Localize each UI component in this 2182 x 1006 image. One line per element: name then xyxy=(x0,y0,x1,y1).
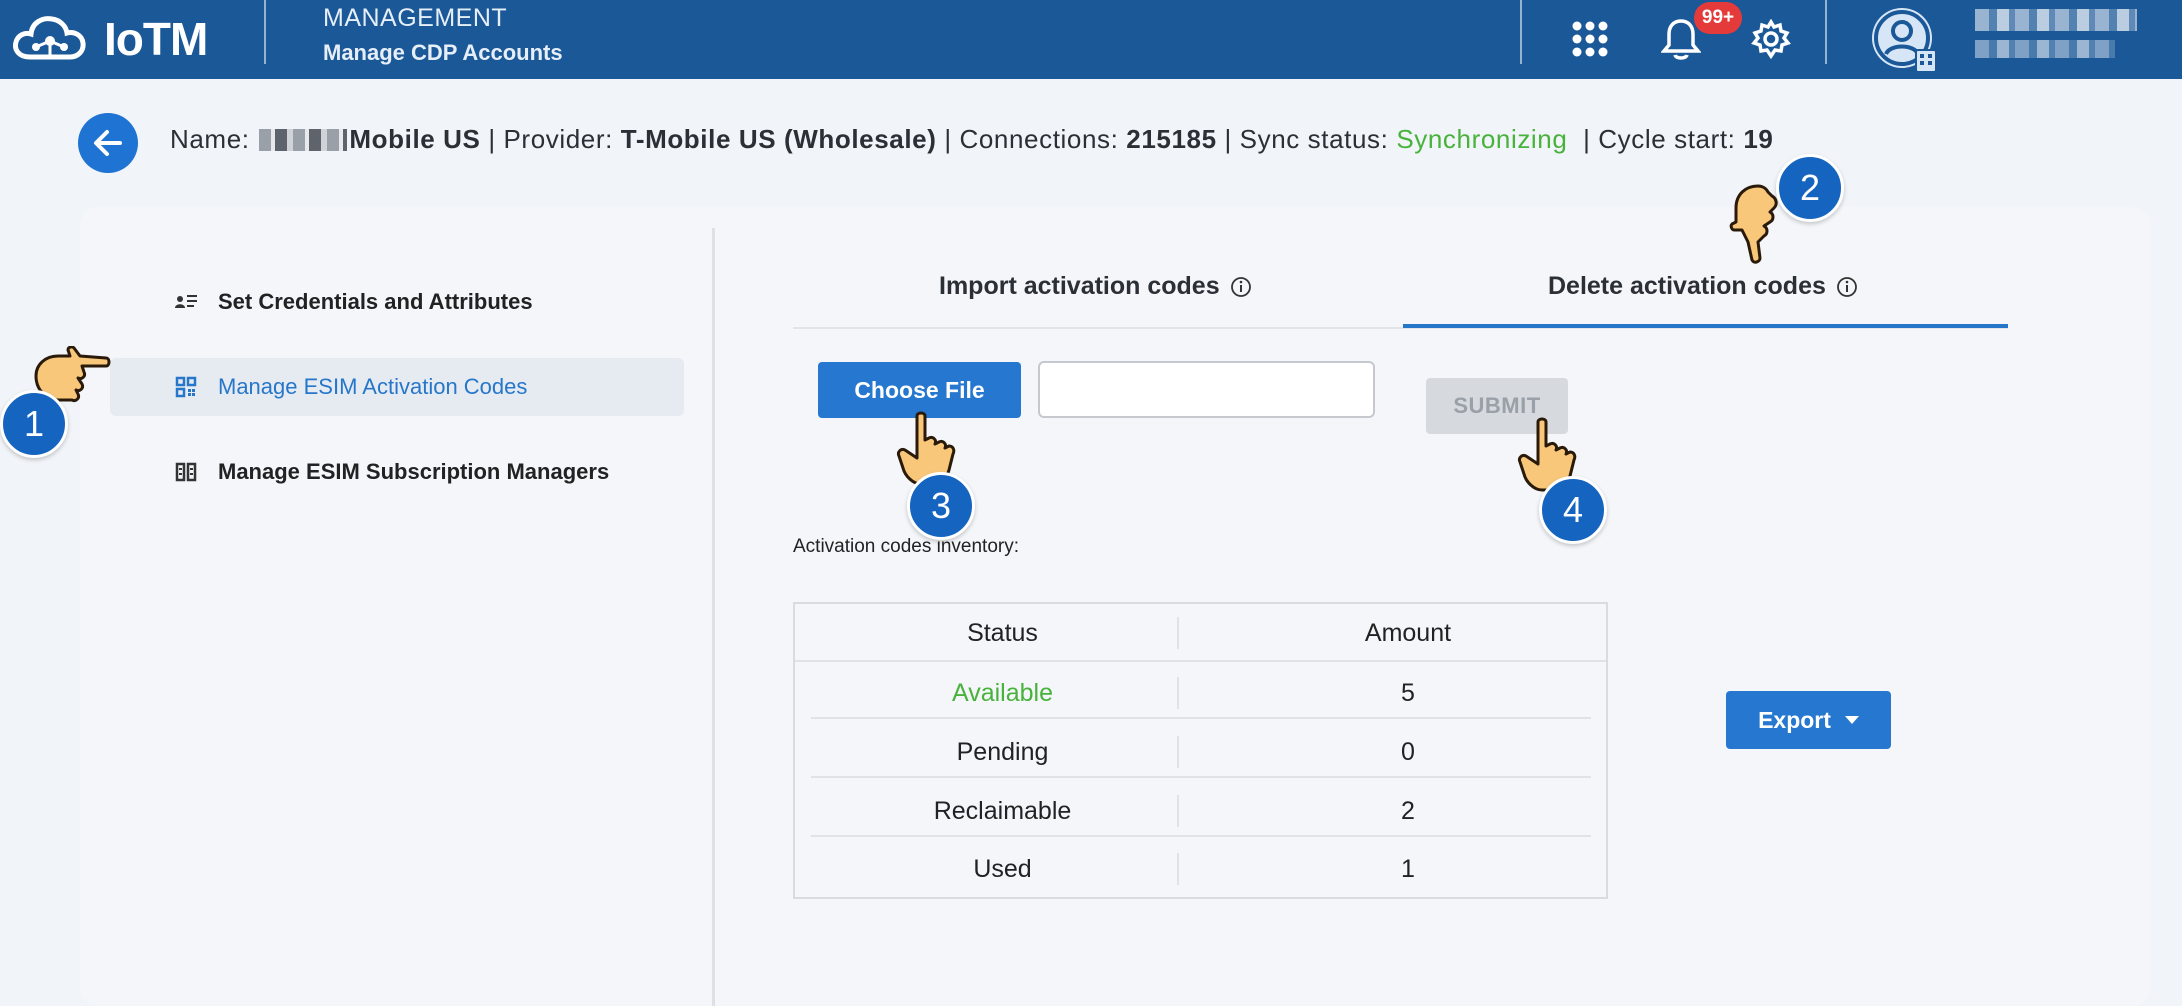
settings-button[interactable] xyxy=(1744,12,1798,66)
gear-icon xyxy=(1751,19,1791,59)
sidebar-item-label: Manage ESIM Subscription Managers xyxy=(218,459,610,484)
file-name-field[interactable] xyxy=(1038,361,1375,418)
cycle-label: | Cycle start: xyxy=(1583,124,1736,154)
panel-divider xyxy=(712,228,715,1006)
page-subtitle: Manage CDP Accounts xyxy=(323,40,563,65)
cell-divider xyxy=(1177,795,1179,827)
cell-divider xyxy=(1177,736,1179,768)
row-divider xyxy=(811,835,1591,837)
connections-value: 215185 xyxy=(1126,124,1217,154)
provider-value: T-Mobile US (Wholesale) xyxy=(620,124,937,154)
amount-cell: 1 xyxy=(1401,854,1415,883)
status-cell: Available xyxy=(951,678,1053,707)
step-marker-1: 1 xyxy=(0,390,68,458)
tab-import-activation-codes[interactable]: Import activation codes xyxy=(939,272,1252,301)
step-marker-2: 2 xyxy=(1776,154,1844,222)
table-row: Reclaimable 2 xyxy=(795,782,1606,840)
topbar-divider xyxy=(264,0,266,64)
amount-cell: 2 xyxy=(1401,796,1415,825)
tab-delete-activation-codes[interactable]: Delete activation codes xyxy=(1548,272,1858,301)
user-name-redacted xyxy=(1975,9,2137,31)
sidebar-item-activation-codes[interactable]: Manage ESIM Activation Codes xyxy=(110,358,684,416)
column-header-amount: Amount xyxy=(1364,618,1452,647)
name-redacted xyxy=(259,128,348,151)
export-dropdown-button[interactable]: Export xyxy=(1726,691,1891,749)
qr-code-icon xyxy=(166,376,206,398)
topbar-divider xyxy=(1520,0,1522,64)
amount-cell: 0 xyxy=(1401,737,1415,766)
iotm-logo[interactable]: IoTM xyxy=(12,8,212,70)
account-summary: Name: Mobile US | Provider: T-Mobile US … xyxy=(170,124,1773,155)
info-icon[interactable] xyxy=(1230,276,1252,298)
apps-grid-button[interactable] xyxy=(1563,12,1617,66)
connections-label: | Connections: xyxy=(944,124,1119,154)
sidebar-item-label: Manage ESIM Activation Codes xyxy=(218,374,528,399)
arrow-left-icon xyxy=(94,130,122,156)
tab-label: Import activation codes xyxy=(939,272,1220,300)
active-tab-indicator xyxy=(1403,324,2008,328)
name-label: Name: xyxy=(170,124,250,154)
row-divider xyxy=(811,776,1591,778)
top-bar: IoTM MANAGEMENT Manage CDP Accounts 99+ xyxy=(0,0,2182,79)
table-row: Available 5 xyxy=(795,664,1606,722)
sidebar-item-credentials[interactable]: Set Credentials and Attributes xyxy=(110,273,684,331)
apps-grid-icon xyxy=(1572,21,1608,57)
step-marker-3: 3 xyxy=(907,472,975,540)
row-divider xyxy=(795,660,1606,662)
status-cell: Used xyxy=(973,854,1032,883)
user-org-redacted xyxy=(1975,40,2115,58)
notification-count-badge: 99+ xyxy=(1694,2,1742,34)
status-cell: Pending xyxy=(956,737,1049,766)
tab-label: Delete activation codes xyxy=(1548,272,1826,300)
table-row: Used 1 xyxy=(795,840,1606,898)
provider-label: | Provider: xyxy=(488,124,613,154)
column-header-status: Status xyxy=(967,618,1038,647)
book-icon xyxy=(166,461,206,483)
cell-divider xyxy=(1177,853,1179,885)
table-row: Pending 0 xyxy=(795,723,1606,781)
inventory-label: Activation codes inventory: xyxy=(793,536,1020,557)
table-header-row: Status Amount xyxy=(795,604,1606,662)
logo-text: IoTM xyxy=(104,13,208,65)
credentials-icon xyxy=(166,291,206,313)
row-divider xyxy=(811,717,1591,719)
caret-down-icon xyxy=(1844,716,1859,724)
sidebar-item-subscription-managers[interactable]: Manage ESIM Subscription Managers xyxy=(110,443,684,501)
export-label: Export xyxy=(1758,706,1831,733)
info-icon[interactable] xyxy=(1836,276,1858,298)
amount-cell: 5 xyxy=(1401,678,1415,707)
cloud-network-icon xyxy=(13,16,86,60)
name-value: Mobile US xyxy=(349,124,481,154)
status-cell: Reclaimable xyxy=(933,796,1072,825)
user-avatar[interactable] xyxy=(1868,4,1938,74)
step-marker-4: 4 xyxy=(1539,476,1607,544)
page-heading: MANAGEMENT Manage CDP Accounts xyxy=(323,4,563,66)
cycle-value: 19 xyxy=(1743,124,1774,154)
section-title: MANAGEMENT xyxy=(323,4,508,32)
topbar-divider xyxy=(1825,0,1827,64)
cell-divider xyxy=(1177,617,1179,649)
sync-label: | Sync status: xyxy=(1224,124,1389,154)
back-button[interactable] xyxy=(78,113,138,173)
sidebar-item-label: Set Credentials and Attributes xyxy=(218,289,533,314)
sync-status-value: Synchronizing xyxy=(1396,124,1568,154)
inventory-table: Status Amount Available 5 Pending 0 Recl… xyxy=(793,602,1608,899)
cell-divider xyxy=(1177,677,1179,709)
user-account-icon xyxy=(1872,8,1937,73)
